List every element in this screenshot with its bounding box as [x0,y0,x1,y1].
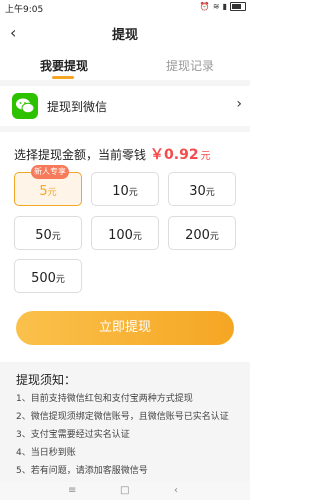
wechat-label: 提现到微信 [47,100,108,114]
wechat-withdraw-row[interactable]: 提现到微信 › [0,86,250,126]
amount-option-unit: 元 [55,275,65,285]
status-icons: ⏰ ≋ ▮ [200,2,246,11]
wechat-icon [12,93,38,119]
status-bar: 上午9:05 ⏰ ≋ ▮ [0,0,250,16]
amount-option-value: 500 [31,271,56,286]
amount-option-30[interactable]: 30元 [168,172,236,206]
note-item: 2、微信提现须绑定微信账号，且微信账号已实名认证 [16,412,229,422]
amount-option-10[interactable]: 10元 [91,172,159,206]
status-time: 上午9:05 [5,5,44,15]
amount-option-value: 30 [189,184,206,199]
tab-history[interactable]: 提现记录 [166,57,214,74]
balance-currency: ￥ [150,147,165,163]
note-item: 4、当日秒到账 [16,448,76,458]
home-icon[interactable]: □ [120,485,129,496]
amount-option-value: 10 [112,184,129,199]
amount-option-value: 5 [39,184,48,199]
amount-option-unit: 元 [51,232,61,242]
system-nav-bar: ≡ □ ‹ [0,482,250,500]
note-item: 3、支付宝需要经过实名认证 [16,430,130,440]
amount-option-value: 50 [35,228,52,243]
amount-option-unit: 元 [205,188,215,198]
battery-icon [230,2,246,11]
wifi-icon: ≋ [212,2,220,11]
page-title: 提现 [111,28,138,43]
amount-option-unit: 元 [128,188,138,198]
tab-withdraw[interactable]: 我要提现 [40,57,88,74]
section-divider-2 [0,126,250,132]
note-item-partial: 5、若有问题，请添加客服微信号 [16,466,148,476]
nav-bar: ‹ 提现 [0,16,250,50]
balance-value: 0.92 [164,147,199,163]
amount-option-unit: 元 [209,232,219,242]
amount-option-200[interactable]: 200元 [168,216,236,250]
amount-option-unit: 元 [132,232,142,242]
amount-option-5[interactable]: 新人专享 5元 [14,165,82,206]
amount-row: 选择提现金额，当前零钱 ￥0.92 元 [14,144,244,164]
amount-option-value: 100 [108,228,133,243]
notes-title: 提现须知： [16,373,77,387]
amount-option-50[interactable]: 50元 [14,216,82,250]
tab-bar: 我要提现 提现记录 [0,50,250,81]
signal-icon: ▮ [222,2,227,11]
amount-option-value: 200 [185,228,210,243]
amount-prefix: 选择提现金额，当前零钱 [14,148,147,162]
amount-option-100[interactable]: 100元 [91,216,159,250]
menu-icon[interactable]: ≡ [68,485,76,496]
chevron-right-icon: › [236,96,242,112]
amount-option-unit: 元 [47,188,57,198]
withdraw-now-button[interactable]: 立即提现 [16,311,234,345]
newbie-badge: 新人专享 [31,165,69,179]
balance-unit: 元 [200,151,211,162]
amount-option-500[interactable]: 500元 [14,259,82,293]
back-icon[interactable]: ‹ [174,485,178,496]
tab-underline [52,76,74,79]
note-item: 1、目前支持微信红包和支付宝两种方式提现 [16,394,193,404]
alarm-icon: ⏰ [199,2,210,11]
